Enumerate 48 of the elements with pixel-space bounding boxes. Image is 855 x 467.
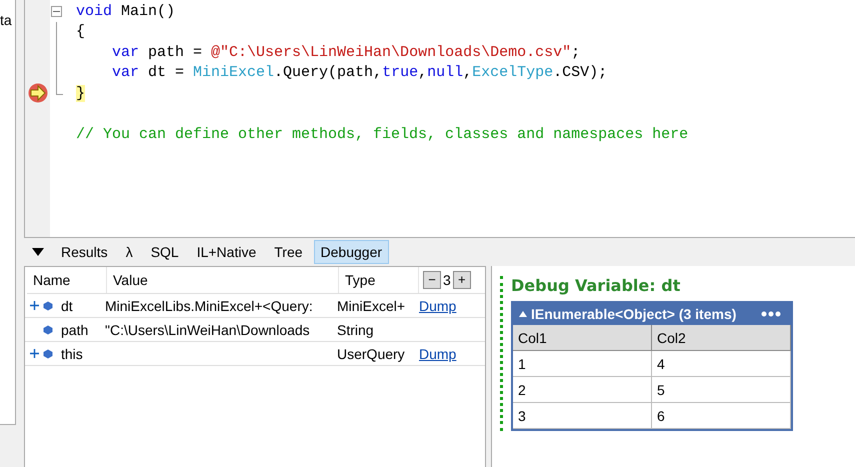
debug-heading: Debug Variable: dt: [511, 276, 682, 295]
output-tab[interactable]: Tree: [267, 240, 310, 264]
code-line: // You can define other methods, fields, classes and namespaces here: [76, 126, 688, 143]
column-header: Value: [107, 267, 339, 293]
code-line: var path = @"C:\Users\LinWeiHan\Downloads\Demo.csv";: [111, 44, 580, 61]
fold-box-icon[interactable]: [51, 6, 62, 17]
decrease-button[interactable]: −: [423, 271, 441, 289]
variable-icon: [43, 348, 53, 358]
table-title: IEnumerable<Object> (3 items): [531, 306, 736, 322]
table-cell: 2: [513, 377, 652, 403]
output-tab[interactable]: Results: [54, 240, 115, 264]
variable-name: path: [61, 322, 90, 338]
variable-value: "C:\Users\LinWeiHan\Downloads: [105, 322, 311, 338]
expand-plus-icon[interactable]: [30, 349, 38, 358]
output-tab[interactable]: λ: [118, 240, 140, 264]
variable-type: UserQuery: [337, 346, 406, 362]
breakpoint-arrow-icon: [28, 83, 48, 104]
output-tab[interactable]: Debugger: [314, 240, 390, 264]
code-line: var dt = MiniExcel.Query(path,true,null,ExcelType.CSV);: [111, 64, 608, 82]
more-icon[interactable]: [761, 311, 781, 317]
expand-plus-icon[interactable]: [30, 301, 38, 310]
code-line: void Main(): [76, 2, 176, 20]
table-cell: 5: [652, 377, 791, 403]
code-editor[interactable]: void Main() { var path = @"C:\Users\LinWeiHan\Downloads\Demo.csv"; var dt = MiniExcel.Query(path,true,null,ExcelType.CSV); } // You can define other methods, fields, classes and namespaces here: [24, 0, 855, 238]
variable-type: MiniExcel+: [337, 298, 406, 314]
depth-value: 3: [443, 272, 451, 288]
column-header: Col1: [513, 325, 652, 351]
table-cell: 6: [652, 403, 791, 429]
output-tab[interactable]: SQL: [144, 240, 186, 264]
collapse-triangle-icon[interactable]: [32, 248, 44, 256]
table-cell: 3: [513, 403, 652, 429]
variable-icon: [43, 324, 53, 334]
output-tab[interactable]: IL+Native: [190, 240, 264, 264]
variable-name: dt: [61, 298, 74, 314]
table-cell: 1: [513, 351, 652, 377]
table-cell: 4: [652, 351, 791, 377]
variable-icon: [43, 300, 53, 310]
variable-name: this: [61, 346, 84, 362]
increase-button[interactable]: +: [452, 271, 471, 289]
dump-link[interactable]: Dump: [419, 298, 456, 314]
column-header: Col2: [652, 325, 791, 351]
dump-link[interactable]: Dump: [419, 346, 456, 362]
variable-type: String: [337, 322, 375, 338]
column-header: Type: [339, 267, 419, 293]
side-panel-text: ta: [0, 12, 13, 28]
variable-value: MiniExcelLibs.MiniExcel+<Query:: [105, 298, 314, 314]
code-line: {: [76, 23, 86, 40]
column-header: Name: [27, 267, 107, 293]
